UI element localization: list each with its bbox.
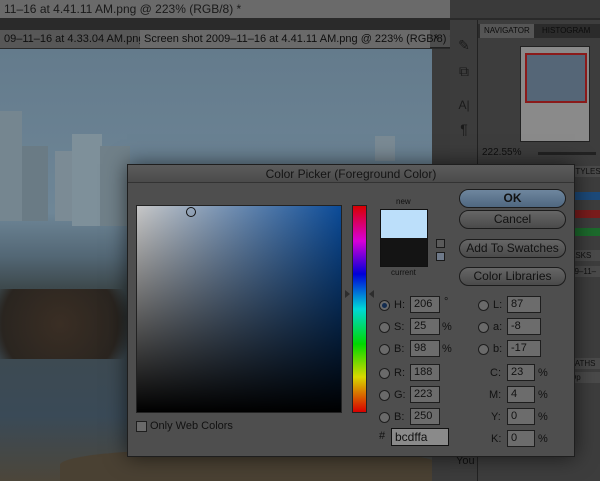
building — [55, 151, 73, 221]
color-field-cursor[interactable] — [186, 207, 196, 217]
label-g: G: — [394, 389, 406, 401]
red-field[interactable]: 188 — [410, 364, 440, 381]
zoom-level[interactable]: 222.55% — [482, 147, 521, 158]
tab-navigator[interactable]: NAVIGATOR — [480, 24, 534, 38]
ok-button[interactable]: OK — [459, 189, 566, 208]
hue-slider-arrow-left[interactable] — [345, 290, 350, 298]
percent-unit: % — [442, 321, 452, 333]
current-label: current — [391, 268, 416, 277]
radio-green[interactable] — [379, 390, 390, 401]
degree-unit: ° — [444, 296, 449, 308]
black-field[interactable]: 0 — [507, 430, 535, 447]
tab-document-1[interactable]: 09–11–16 at 4.33.04 AM.png — [0, 30, 144, 48]
a-field[interactable]: -8 — [507, 318, 541, 335]
add-to-swatches-button[interactable]: Add To Swatches — [459, 239, 566, 258]
label-h: H: — [394, 299, 405, 311]
current-color-swatch[interactable] — [380, 238, 428, 267]
radio-red[interactable] — [379, 368, 390, 379]
new-label: new — [396, 197, 411, 206]
stamp-icon[interactable]: ⧉ — [456, 62, 472, 80]
title-bar-right — [450, 0, 600, 18]
saturation-field[interactable]: 25 — [410, 318, 440, 335]
building — [22, 146, 48, 221]
percent-unit: % — [538, 367, 548, 379]
label-b-rgb: B: — [394, 411, 405, 423]
percent-unit: % — [538, 433, 548, 445]
hue-field[interactable]: 206 — [410, 296, 440, 313]
only-web-colors-label[interactable]: Only Web Colors — [150, 420, 233, 432]
document-tabs: 09–11–16 at 4.33.04 AM.png Screen shot 2… — [0, 30, 454, 48]
radio-hue[interactable] — [379, 300, 390, 311]
color-libraries-button[interactable]: Color Libraries — [459, 267, 566, 286]
yellow-field[interactable]: 0 — [507, 408, 535, 425]
label-a: a: — [493, 321, 503, 333]
radio-a[interactable] — [478, 322, 489, 333]
building — [375, 136, 395, 161]
blue-field[interactable]: 250 — [410, 408, 440, 425]
tab-histogram[interactable]: HISTOGRAM — [538, 24, 594, 38]
dialog-titlebar[interactable]: Color Picker (Foreground Color) — [128, 165, 574, 183]
new-color-swatch — [380, 209, 428, 238]
close-icon[interactable]: × — [433, 32, 439, 44]
percent-unit: % — [538, 389, 548, 401]
lightness-field[interactable]: 87 — [507, 296, 541, 313]
label-k: K: — [491, 433, 502, 445]
web-safe-icon[interactable] — [436, 252, 445, 261]
label-r: R: — [394, 367, 405, 379]
navigator-thumbnail[interactable] — [520, 46, 590, 142]
b-lab-field[interactable]: -17 — [507, 340, 541, 357]
only-web-colors-checkbox[interactable] — [136, 421, 147, 432]
label-b: B: — [394, 343, 405, 355]
photoshop-window: 11–16 at 4.41.11 AM.png @ 223% (RGB/8) *… — [0, 0, 600, 481]
cancel-button[interactable]: Cancel — [459, 210, 566, 229]
radio-b-lab[interactable] — [478, 344, 489, 355]
percent-unit: % — [442, 343, 452, 355]
dialog-title: Color Picker (Foreground Color) — [265, 167, 437, 181]
hex-label: # — [379, 430, 386, 442]
label-l: L: — [493, 299, 503, 311]
hue-slider[interactable] — [352, 205, 367, 413]
cyan-field[interactable]: 23 — [507, 364, 535, 381]
label-c: C: — [490, 367, 501, 379]
magenta-field[interactable]: 4 — [507, 386, 535, 403]
navigator-tabs: NAVIGATOR HISTOGRAM — [478, 24, 600, 38]
building — [0, 111, 22, 221]
radio-blue[interactable] — [379, 412, 390, 423]
building — [100, 146, 130, 226]
paragraph-icon[interactable]: ¶ — [456, 120, 472, 138]
label-s: S: — [394, 321, 405, 333]
brush-icon[interactable]: ✎ — [456, 36, 472, 54]
label-b-lab: b: — [493, 343, 503, 355]
green-field[interactable]: 223 — [410, 386, 440, 403]
percent-unit: % — [538, 411, 548, 423]
color-field[interactable] — [136, 205, 342, 413]
navigator-view-box[interactable] — [525, 53, 587, 103]
brightness-field[interactable]: 98 — [410, 340, 440, 357]
window-title: 11–16 at 4.41.11 AM.png @ 223% (RGB/8) * — [0, 0, 450, 18]
type-icon[interactable]: A| — [456, 96, 472, 114]
label-y: Y: — [491, 411, 501, 423]
zoom-slider[interactable] — [538, 152, 596, 155]
building — [72, 134, 102, 226]
cube-icon[interactable] — [436, 239, 445, 248]
hex-field[interactable]: bcdffa — [391, 428, 449, 446]
radio-saturation[interactable] — [379, 322, 390, 333]
tab-document-2[interactable]: Screen shot 2009–11–16 at 4.41.11 AM.png… — [140, 30, 454, 48]
radio-lightness[interactable] — [478, 300, 489, 311]
hue-slider-arrow-right[interactable] — [369, 290, 374, 298]
label-m: M: — [489, 389, 502, 401]
radio-brightness[interactable] — [379, 344, 390, 355]
color-picker-dialog: Color Picker (Foreground Color) new curr… — [127, 164, 575, 457]
